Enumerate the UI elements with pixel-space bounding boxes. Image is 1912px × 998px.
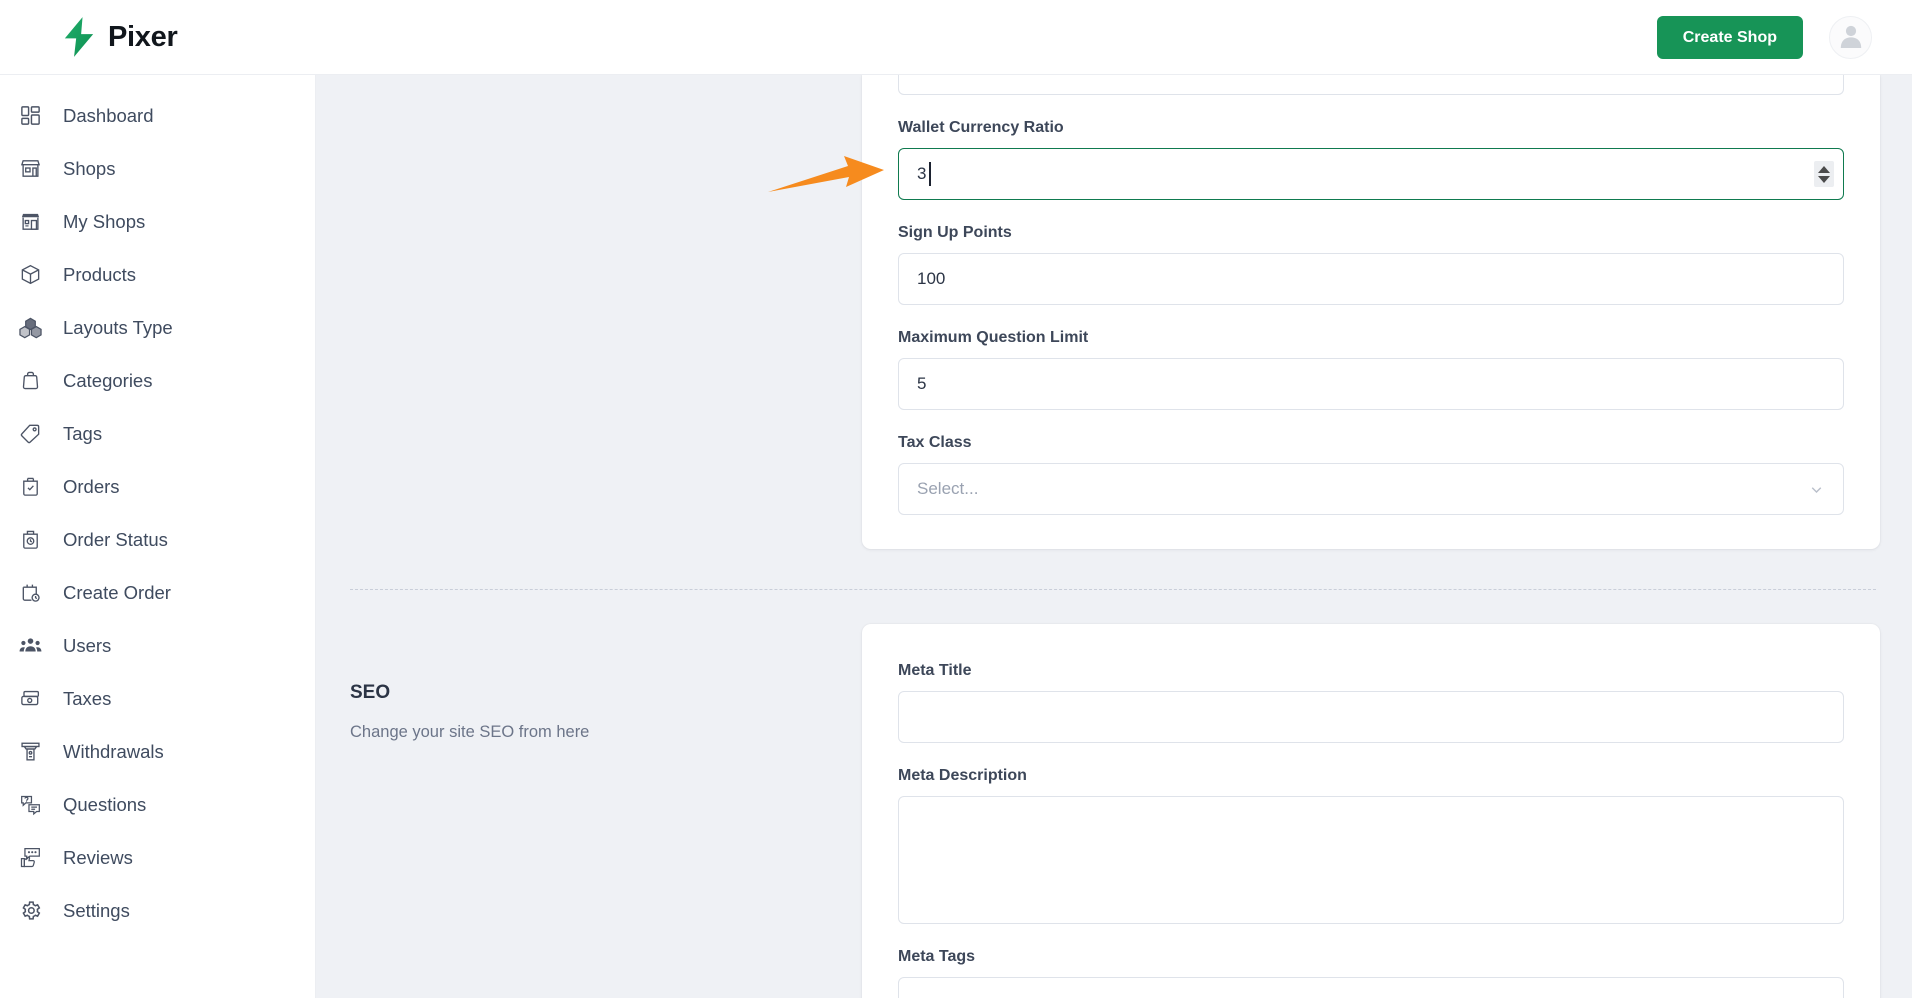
previous-field-clipped (898, 75, 1844, 95)
seo-description: Change your site SEO from here (350, 723, 590, 741)
maximum-question-limit-field: Maximum Question Limit (898, 329, 1844, 410)
settings-section-aside (316, 75, 862, 549)
sidebar-item-label: Withdrawals (63, 740, 164, 762)
sidebar-item-label: Tags (63, 422, 103, 444)
sidebar-item-label: Categories (63, 369, 153, 391)
wallet-currency-ratio-field: Wallet Currency Ratio (898, 119, 1844, 200)
review-thumbs-icon (17, 845, 43, 871)
meta-title-field: Meta Title (898, 662, 1844, 743)
sidebar-item-label: Layouts Type (63, 316, 173, 338)
basket-icon (17, 368, 43, 394)
sidebar-item-create-order[interactable]: Create Order (0, 566, 315, 619)
sidebar-item-layouts-type[interactable]: Layouts Type (0, 301, 315, 354)
sidebar-item-withdrawals[interactable]: Withdrawals (0, 725, 315, 778)
tax-class-selected-value: Select... (917, 479, 979, 498)
app-header: Pixer Create Shop (0, 0, 1912, 75)
meta-tags-label: Meta Tags (898, 948, 976, 965)
maximum-question-limit-label: Maximum Question Limit (898, 329, 1089, 346)
number-spinner[interactable] (1814, 161, 1834, 187)
sidebar-item-label: Dashboard (63, 104, 154, 126)
question-chat-icon (17, 792, 43, 818)
my-storefront-icon (17, 209, 43, 235)
sidebar-item-dashboard[interactable]: Dashboard (0, 89, 315, 142)
chevron-down-icon[interactable] (1808, 481, 1825, 498)
sidebar-item-label: Shops (63, 157, 116, 179)
sidebar-item-orders[interactable]: Orders (0, 460, 315, 513)
wallet-currency-ratio-input-wrap (898, 148, 1844, 200)
spinner-up-arrow-icon[interactable] (1818, 165, 1830, 173)
sidebar-item-my-shops[interactable]: My Shops (0, 195, 315, 248)
seo-section-aside: SEO Change your site SEO from here (316, 624, 862, 998)
sidebar-item-categories[interactable]: Categories (0, 354, 315, 407)
clipped-input[interactable] (898, 75, 1844, 95)
tax-class-select[interactable]: Select... (898, 463, 1844, 515)
sign-up-points-field: Sign Up Points (898, 224, 1844, 305)
wallet-currency-ratio-input[interactable] (898, 148, 1844, 200)
sidebar-item-taxes[interactable]: Taxes (0, 672, 315, 725)
lightning-bolt-icon (62, 17, 96, 57)
sidebar-item-settings[interactable]: Settings (0, 884, 315, 937)
main-content: Wallet Currency Ratio Sign Up Points (316, 75, 1912, 998)
user-avatar-icon (1836, 20, 1866, 55)
settings-section: Wallet Currency Ratio Sign Up Points (316, 75, 1912, 549)
header-actions: Create Shop (1656, 15, 1872, 59)
sidebar-item-users[interactable]: Users (0, 619, 315, 672)
sidebar-item-label: Orders (63, 475, 120, 497)
text-caret (929, 162, 931, 186)
order-clock-bag-icon (17, 527, 43, 553)
sidebar-nav: Dashboard Shops My Shops Products Layout… (0, 75, 316, 998)
sidebar-item-label: Users (63, 634, 112, 656)
tax-class-label: Tax Class (898, 434, 972, 451)
sidebar-item-questions[interactable]: Questions (0, 778, 315, 831)
sidebar-item-label: My Shops (63, 210, 146, 232)
sidebar-item-label: Settings (63, 899, 130, 921)
blocks-stack-icon (17, 315, 43, 341)
sidebar-item-products[interactable]: Products (0, 248, 315, 301)
section-divider (350, 589, 1876, 590)
seo-card: Meta Title Meta Description Meta Tags (862, 624, 1880, 998)
dashboard-grid-icon (17, 103, 43, 129)
sidebar-item-label: Create Order (63, 581, 171, 603)
create-shop-button[interactable]: Create Shop (1656, 15, 1803, 59)
spinner-down-arrow-icon[interactable] (1818, 175, 1830, 183)
brand-logo-link[interactable]: Pixer (62, 17, 178, 57)
users-group-icon (17, 633, 43, 659)
sidebar-item-label: Order Status (63, 528, 168, 550)
money-stack-icon (17, 686, 43, 712)
wallet-currency-ratio-label: Wallet Currency Ratio (898, 119, 1064, 136)
meta-description-label: Meta Description (898, 767, 1027, 784)
order-check-bag-icon (17, 474, 43, 500)
settings-card: Wallet Currency Ratio Sign Up Points (862, 75, 1880, 549)
sidebar-item-shops[interactable]: Shops (0, 142, 315, 195)
tag-icon (17, 421, 43, 447)
seo-title: SEO (350, 682, 391, 703)
sign-up-points-label: Sign Up Points (898, 224, 1012, 241)
meta-description-textarea[interactable] (898, 796, 1844, 924)
atm-withdraw-icon (17, 739, 43, 765)
sidebar-item-label: Reviews (63, 846, 133, 868)
meta-title-input[interactable] (898, 691, 1844, 743)
sidebar-item-order-status[interactable]: Order Status (0, 513, 315, 566)
meta-title-label: Meta Title (898, 662, 972, 679)
seo-section: SEO Change your site SEO from here Meta … (316, 624, 1912, 998)
meta-tags-input[interactable] (898, 977, 1844, 998)
tax-class-field: Tax Class Select... (898, 434, 1844, 515)
brand-name: Pixer (108, 20, 178, 53)
meta-tags-field: Meta Tags (898, 948, 1844, 998)
avatar[interactable] (1829, 15, 1872, 59)
gear-icon (17, 898, 43, 924)
storefront-icon (17, 156, 43, 182)
sidebar-item-tags[interactable]: Tags (0, 407, 315, 460)
create-order-icon (17, 580, 43, 606)
box-cube-icon (17, 262, 43, 288)
sidebar-item-label: Questions (63, 793, 147, 815)
sidebar-item-reviews[interactable]: Reviews (0, 831, 315, 884)
sign-up-points-input[interactable] (898, 253, 1844, 305)
sidebar-item-label: Taxes (63, 687, 112, 709)
maximum-question-limit-input[interactable] (898, 358, 1844, 410)
sidebar-item-label: Products (63, 263, 137, 285)
meta-description-field: Meta Description (898, 767, 1844, 924)
